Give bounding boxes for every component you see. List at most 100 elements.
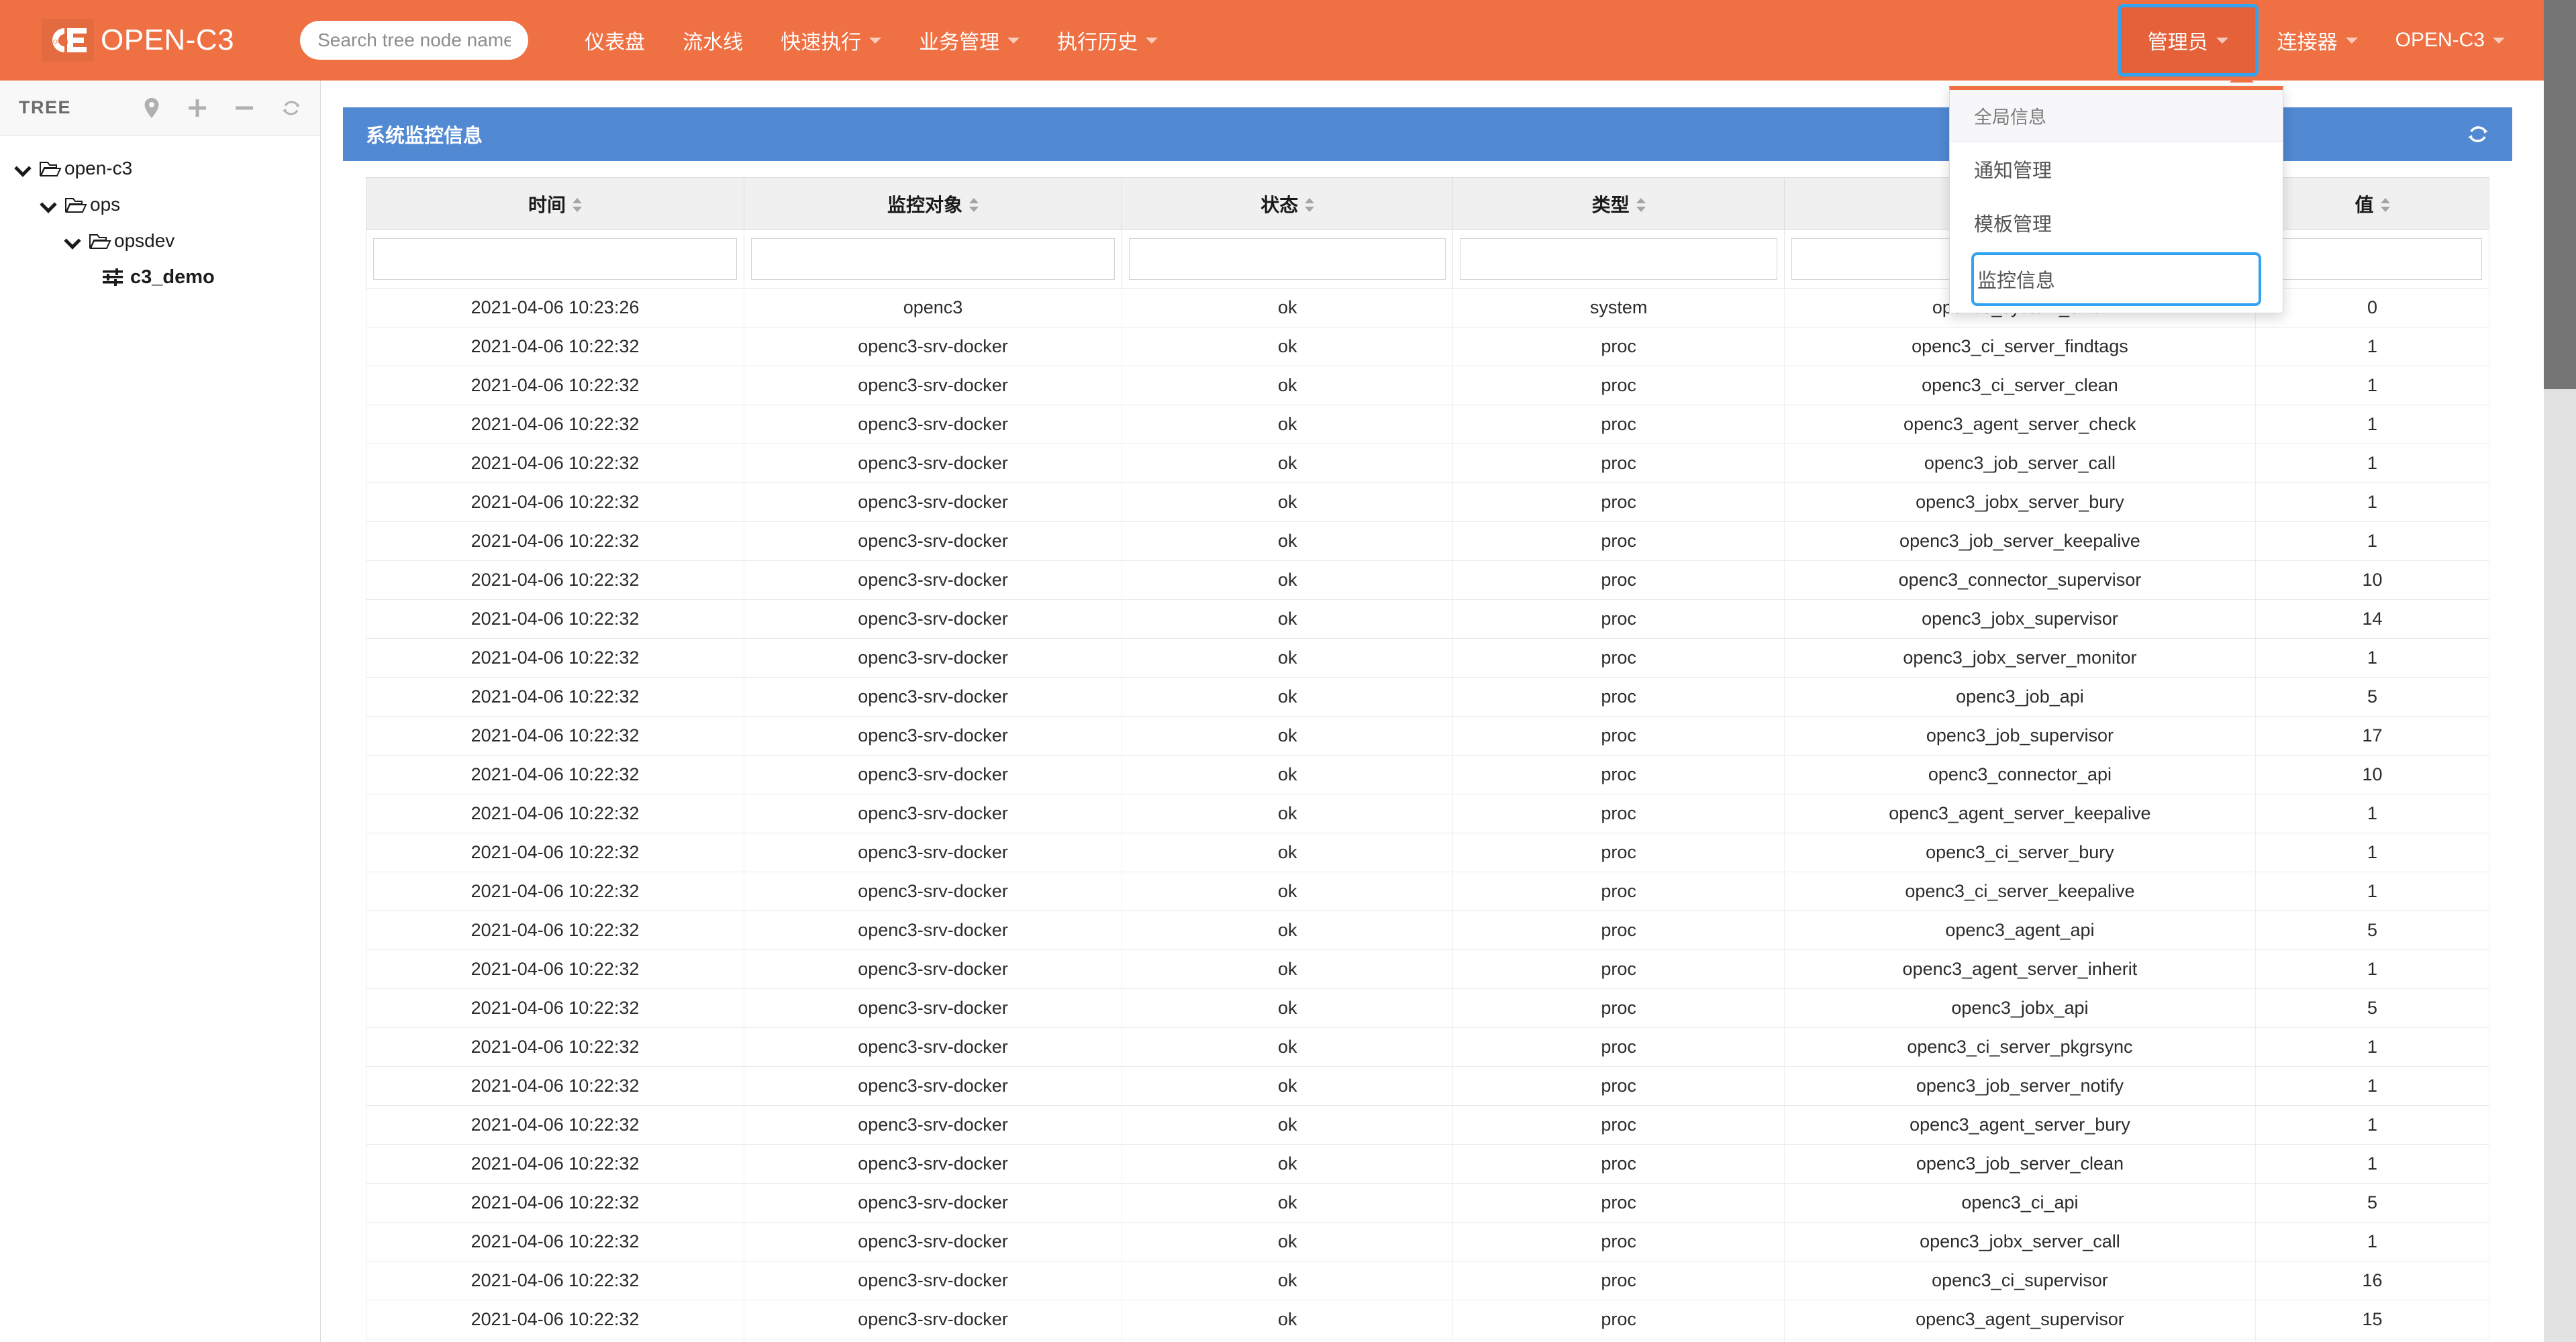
tree-node-c3-demo[interactable]: c3_demo — [0, 259, 320, 295]
folder-icon — [39, 159, 62, 178]
tree-node-open-c3[interactable]: open-c3 — [0, 150, 320, 187]
tree-sidebar: TREE open-c3 ops opsdev c3_demo — [0, 81, 321, 1342]
nav-item-connector[interactable]: 连接器 — [2259, 0, 2377, 81]
dropdown-item-notification-mgmt[interactable]: 通知管理 — [1950, 142, 2283, 196]
table-cell: ok — [1121, 482, 1454, 522]
table-row[interactable]: 2021-04-06 10:22:32openc3-srv-dockerokpr… — [366, 599, 2489, 639]
table-row[interactable]: 2021-04-06 10:22:32openc3-srv-dockerokpr… — [366, 1105, 2489, 1145]
table-row[interactable]: 2021-04-06 10:22:32openc3-srv-dockerokpr… — [366, 444, 2489, 483]
table-cell: proc — [1452, 1144, 1785, 1184]
table-row[interactable]: 2021-04-06 10:22:32openc3-srv-dockerokpr… — [366, 1261, 2489, 1300]
sort-icon[interactable] — [969, 196, 979, 216]
sort-icon[interactable] — [1636, 196, 1646, 216]
table-row[interactable]: 2021-04-06 10:22:32openc3-srv-dockerokpr… — [366, 1222, 2489, 1261]
refresh-icon[interactable] — [281, 98, 301, 118]
table-cell: openc3 — [744, 288, 1122, 327]
panel-actions — [2467, 123, 2489, 146]
sort-icon[interactable] — [573, 196, 582, 216]
table-row[interactable]: 2021-04-06 10:22:32openc3-srv-dockerokpr… — [366, 1183, 2489, 1223]
nav-item-business-mgmt[interactable]: 业务管理 — [900, 0, 1038, 81]
table-row[interactable]: 2021-04-06 10:22:32openc3-srv-dockerokpr… — [366, 405, 2489, 444]
column-header-type[interactable]: 类型 — [1452, 177, 1785, 230]
plus-icon[interactable] — [187, 98, 207, 118]
table-row[interactable]: 2021-04-06 10:22:32openc3-srv-dockerokpr… — [366, 677, 2489, 717]
table-cell: openc3-srv-docker — [744, 366, 1122, 405]
table-row[interactable]: 2021-04-06 10:22:32openc3-srv-dockerokpr… — [366, 1066, 2489, 1106]
table-cell: 2021-04-06 10:22:32 — [366, 833, 744, 872]
nav-item-exec-history[interactable]: 执行历史 — [1038, 0, 1177, 81]
refresh-icon[interactable] — [2467, 123, 2489, 146]
filter-input-value[interactable] — [2263, 238, 2482, 280]
table-cell: 1 — [2255, 1066, 2489, 1106]
table-row[interactable]: 2021-04-06 10:22:32openc3-srv-dockerokpr… — [366, 1300, 2489, 1339]
table-row[interactable]: 2021-04-06 10:22:32openc3-srv-dockerokpr… — [366, 988, 2489, 1028]
brand[interactable]: OPEN OPEN-C3 — [42, 0, 234, 81]
table-cell: openc3_ci_supervisor — [1783, 1261, 2257, 1300]
table-row[interactable]: 2021-04-06 10:22:32openc3-srv-dockerokpr… — [366, 872, 2489, 911]
table-cell: 1 — [2255, 1222, 2489, 1261]
table-cell: openc3-srv-docker — [744, 560, 1122, 600]
nav-item-openc3[interactable]: OPEN-C3 — [2377, 0, 2524, 81]
table-cell: openc3-srv-docker — [744, 755, 1122, 794]
table-cell: 2021-04-06 10:22:32 — [366, 1300, 744, 1339]
table-cell: 10 — [2255, 560, 2489, 600]
table-cell: 17 — [2255, 716, 2489, 756]
table-cell: proc — [1452, 366, 1785, 405]
table-row[interactable]: 2021-04-06 10:22:32openc3-srv-dockerokpr… — [366, 949, 2489, 989]
table-row[interactable]: 2021-04-06 10:22:32openc3-srv-dockerokpr… — [366, 794, 2489, 833]
chevron-down-icon — [1146, 37, 1158, 44]
dropdown-item-template-mgmt[interactable]: 模板管理 — [1950, 196, 2283, 250]
table-row[interactable]: 2021-04-06 10:22:32openc3-srv-dockerokpr… — [366, 521, 2489, 561]
dropdown-item-monitor-info[interactable]: 监控信息 — [1971, 252, 2261, 306]
table-row[interactable]: 2021-04-06 10:22:32openc3-srv-dockerokpr… — [366, 482, 2489, 522]
chevron-down-icon[interactable] — [15, 160, 32, 177]
table-row[interactable]: 2021-04-06 10:22:32openc3-srv-dockerokpr… — [366, 1339, 2489, 1342]
minus-icon[interactable] — [234, 98, 254, 118]
table-row[interactable]: 2021-04-06 10:22:32openc3-srv-dockerokpr… — [366, 1144, 2489, 1184]
nav-item-pipeline[interactable]: 流水线 — [664, 0, 762, 81]
table-row[interactable]: 2021-04-06 10:22:32openc3-srv-dockerokpr… — [366, 833, 2489, 872]
column-header-time[interactable]: 时间 — [366, 177, 744, 230]
filter-input-object[interactable] — [751, 238, 1115, 280]
search-box[interactable] — [300, 21, 529, 60]
sort-icon[interactable] — [1305, 196, 1315, 216]
nav-item-quick-exec[interactable]: 快速执行 — [762, 0, 900, 81]
nav-item-label: 快速执行 — [781, 32, 862, 54]
filter-input-time[interactable] — [373, 238, 737, 280]
tree-node-ops[interactable]: ops — [0, 187, 320, 223]
sort-icon[interactable] — [2380, 196, 2390, 216]
filter-input-type[interactable] — [1460, 238, 1777, 280]
table-row[interactable]: 2021-04-06 10:22:32openc3-srv-dockerokpr… — [366, 560, 2489, 600]
table-cell: 2021-04-06 10:22:32 — [366, 1066, 744, 1106]
filter-input-status[interactable] — [1129, 238, 1446, 280]
admin-dropdown-menu: 全局信息 通知管理 模板管理 监控信息 — [1949, 86, 2283, 313]
table-row[interactable]: 2021-04-06 10:22:32openc3-srv-dockerokpr… — [366, 638, 2489, 678]
table-cell: openc3_connector_api — [1783, 755, 2257, 794]
table-cell: ok — [1121, 1300, 1454, 1339]
table-cell: ok — [1121, 1339, 1454, 1342]
table-row[interactable]: 2021-04-06 10:22:32openc3-srv-dockerokpr… — [366, 327, 2489, 366]
chevron-down-icon[interactable] — [40, 196, 58, 213]
table-row[interactable]: 2021-04-06 10:22:32openc3-srv-dockerokpr… — [366, 366, 2489, 405]
page-scrollbar[interactable] — [2544, 0, 2576, 1342]
location-pin-icon[interactable] — [143, 97, 160, 119]
table-cell: ok — [1121, 327, 1454, 366]
table-row[interactable]: 2021-04-06 10:22:32openc3-srv-dockerokpr… — [366, 716, 2489, 756]
table-row[interactable]: 2021-04-06 10:22:32openc3-srv-dockerokpr… — [366, 911, 2489, 950]
table-cell: 1 — [2255, 405, 2489, 444]
table-cell: proc — [1452, 872, 1785, 911]
chevron-down-icon[interactable] — [64, 232, 82, 250]
nav-item-admin[interactable]: 管理员 — [2117, 4, 2259, 76]
search-input[interactable] — [300, 21, 529, 60]
page-scrollbar-thumb[interactable] — [2544, 0, 2576, 389]
table-row[interactable]: 2021-04-06 10:22:32openc3-srv-dockerokpr… — [366, 755, 2489, 794]
table-cell: openc3-srv-docker — [744, 1027, 1122, 1067]
column-header-value[interactable]: 值 — [2255, 177, 2489, 230]
nav-item-dashboard[interactable]: 仪表盘 — [566, 0, 664, 81]
column-header-object[interactable]: 监控对象 — [744, 177, 1122, 230]
table-row[interactable]: 2021-04-06 10:22:32openc3-srv-dockerokpr… — [366, 1027, 2489, 1067]
table-cell: proc — [1452, 405, 1785, 444]
column-header-status[interactable]: 状态 — [1121, 177, 1454, 230]
tree-node-opsdev[interactable]: opsdev — [0, 223, 320, 259]
chevron-down-icon — [2216, 37, 2228, 44]
